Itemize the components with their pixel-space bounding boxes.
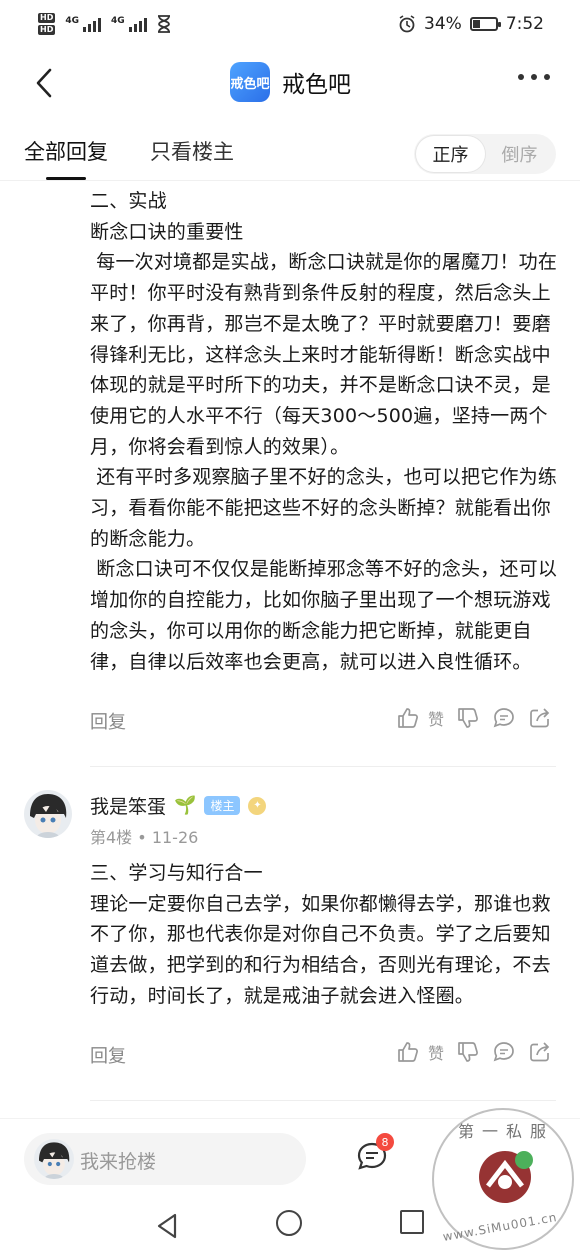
avatar[interactable] [24, 790, 72, 838]
forum-title: 戒色吧 [282, 72, 351, 98]
battery-icon [469, 17, 501, 31]
tab-all-replies[interactable]: 全部回复 [24, 136, 108, 180]
reply-button[interactable]: 回复 [90, 1042, 126, 1068]
tab-only-op[interactable]: 只看楼主 [150, 136, 234, 166]
sim1-hd-badge: HD [38, 13, 56, 23]
my-avatar [34, 1139, 74, 1179]
dislike-icon[interactable] [456, 706, 480, 730]
floor-meta: 第4楼 • 11-26 [90, 824, 198, 848]
signal-icon-2: 4G [111, 16, 147, 32]
like-label[interactable]: 赞 [428, 1040, 444, 1064]
sort-toggle: 正序 倒序 [414, 134, 556, 174]
network-type-label: 4G [65, 16, 79, 26]
like-icon[interactable] [396, 706, 420, 730]
hourglass-icon [157, 15, 170, 33]
top-nav: 戒色吧 戒色吧 [0, 48, 580, 118]
nav-recent-apps-icon[interactable] [400, 1210, 424, 1234]
action-icons: 赞 [396, 706, 552, 730]
reply-tabs: 全部回复 只看楼主 正序 倒序 [0, 118, 580, 182]
comment-input-placeholder: 我来抢楼 [80, 1151, 157, 1173]
back-arrow-icon[interactable] [30, 66, 60, 100]
signal-icon-1: 4G [65, 16, 101, 32]
signal-group: HD HD 4G 4G [38, 13, 171, 35]
alarm-icon [399, 15, 415, 33]
hd-indicators: HD HD [38, 13, 56, 35]
comment-count-badge: 8 [376, 1133, 394, 1151]
reply-button[interactable]: 回复 [90, 708, 126, 734]
meta-separator: • [137, 828, 152, 847]
post-body: 二、实战 断念口诀的重要性 每一次对境都是实战，断念口诀就是你的屠魔刀！功在平时… [90, 190, 558, 673]
action-icons: 赞 [396, 1040, 552, 1064]
nav-home-icon[interactable] [276, 1210, 302, 1236]
sort-asc-button[interactable]: 正序 [416, 136, 485, 172]
author-row: 我是笨蛋 🌱 楼主 ✦ [90, 792, 267, 819]
tabs-divider [0, 180, 580, 181]
level-badge-icon: ✦ [248, 796, 267, 815]
post-divider [90, 766, 556, 767]
post-date: 11-26 [151, 828, 199, 847]
comment-icon[interactable] [492, 1040, 516, 1064]
system-nav-bar [0, 1196, 580, 1257]
post-actions: 回复 赞 [90, 1040, 560, 1070]
battery-percent: 34% [424, 14, 462, 34]
forum-logo: 戒色吧 [230, 62, 270, 102]
dislike-icon[interactable] [456, 1040, 480, 1064]
like-icon[interactable] [396, 1040, 420, 1064]
like-label[interactable]: 赞 [428, 706, 444, 730]
avatar-image [34, 1139, 74, 1179]
post-divider [90, 1100, 556, 1101]
nav-back-icon[interactable] [155, 1212, 179, 1240]
op-badge: 楼主 [204, 796, 241, 815]
forum-title-group[interactable]: 戒色吧 戒色吧 [230, 62, 351, 102]
watermark-top-text: 第一私服 [458, 1122, 555, 1141]
sim2-hd-badge: HD [38, 25, 56, 35]
author-name[interactable]: 我是笨蛋 [90, 792, 166, 819]
status-right: 34% 7:52 [398, 14, 544, 34]
sprout-icon: 🌱 [174, 795, 197, 816]
status-bar: HD HD 4G 4G 34% 7:52 [0, 0, 580, 48]
share-icon[interactable] [528, 706, 552, 730]
network-type-label: 4G [111, 16, 125, 26]
sort-desc-button[interactable]: 倒序 [485, 136, 554, 172]
post-body: 三、学习与知行合一 理论一定要你自己去学，如果你都懒得去学，那谁也救不了你，那也… [90, 862, 551, 1007]
clock: 7:52 [505, 14, 544, 34]
floor-number: 第4楼 [90, 828, 133, 847]
share-icon[interactable] [528, 1040, 552, 1064]
more-options-icon[interactable] [518, 74, 550, 80]
comment-icon[interactable] [492, 706, 516, 730]
avatar-image [24, 790, 72, 838]
post-actions: 回复 赞 [90, 706, 560, 736]
